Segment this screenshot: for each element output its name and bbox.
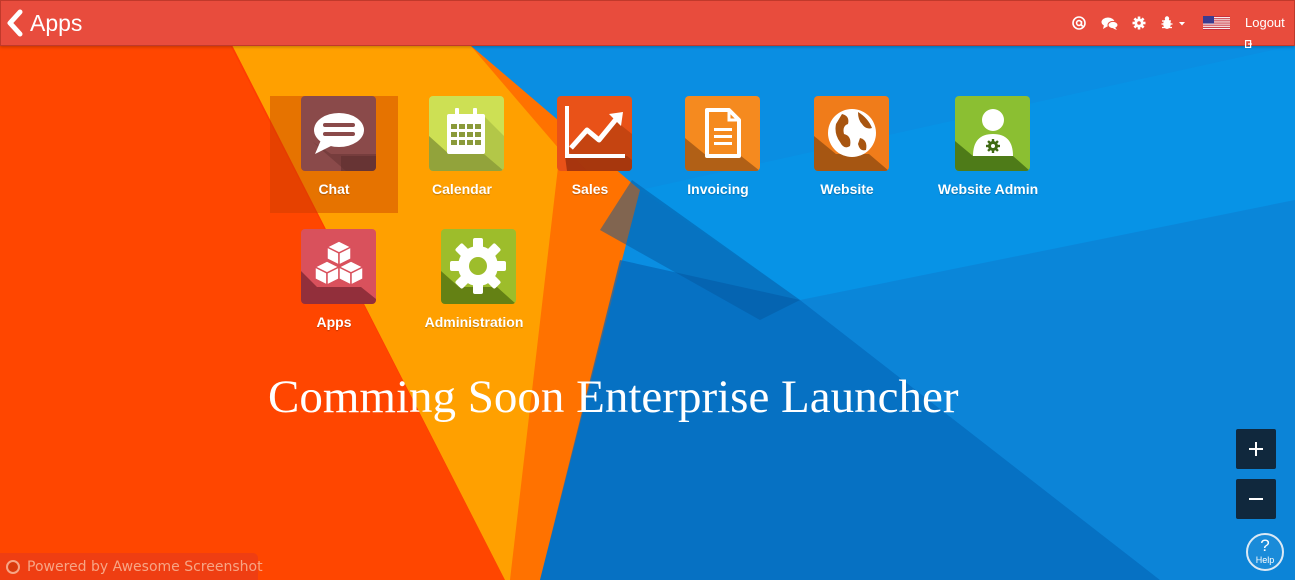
user-settings-icon	[955, 96, 1030, 171]
us-flag-icon	[1203, 16, 1230, 30]
logout-icon	[1245, 39, 1252, 48]
at-mention-icon[interactable]	[1071, 13, 1087, 33]
awesome-screenshot-logo-icon	[6, 560, 20, 574]
debug-bug-icon	[1161, 16, 1185, 29]
debug-menu[interactable]	[1159, 13, 1187, 33]
document-icon	[685, 96, 760, 171]
app-tile-administration[interactable]: Administration	[410, 229, 538, 346]
background-art	[0, 0, 1295, 580]
awesome-screenshot-badge[interactable]: Powered by Awesome Screenshot	[0, 553, 263, 580]
coming-soon-banner: Comming Soon Enterprise Launcher	[268, 371, 959, 423]
gear-icon	[441, 229, 516, 304]
back-button[interactable]	[5, 9, 25, 37]
calendar-icon	[429, 96, 504, 171]
app-tile-website-admin[interactable]: Website Admin	[924, 96, 1052, 213]
app-label: Administration	[424, 314, 524, 330]
app-tile-website[interactable]: Website	[783, 96, 911, 213]
chat-bubbles-icon[interactable]	[1101, 13, 1119, 33]
trend-chart-icon	[557, 96, 632, 171]
language-selector[interactable]	[1203, 13, 1230, 33]
help-button[interactable]: ? Help	[1246, 533, 1284, 571]
top-navbar: Apps Logout	[0, 0, 1295, 48]
help-label: Help	[1255, 555, 1275, 565]
app-label: Website Admin	[937, 181, 1039, 197]
zoom-in-button[interactable]	[1236, 429, 1276, 469]
cubes-icon	[301, 229, 376, 304]
globe-icon	[814, 96, 889, 171]
chevron-left-icon	[7, 9, 23, 37]
page-title: Apps	[30, 10, 83, 36]
app-tile-apps[interactable]: Apps	[270, 229, 398, 346]
gear-icon[interactable]	[1132, 13, 1146, 33]
plus-icon	[1249, 442, 1263, 456]
chat-bubble-icon	[301, 96, 376, 171]
zoom-out-button[interactable]	[1236, 479, 1276, 519]
minus-icon	[1249, 498, 1263, 500]
powered-by-text: Powered by Awesome Screenshot	[27, 559, 263, 575]
help-question-icon: ?	[1260, 536, 1270, 555]
logout-link[interactable]: Logout	[1245, 13, 1294, 53]
